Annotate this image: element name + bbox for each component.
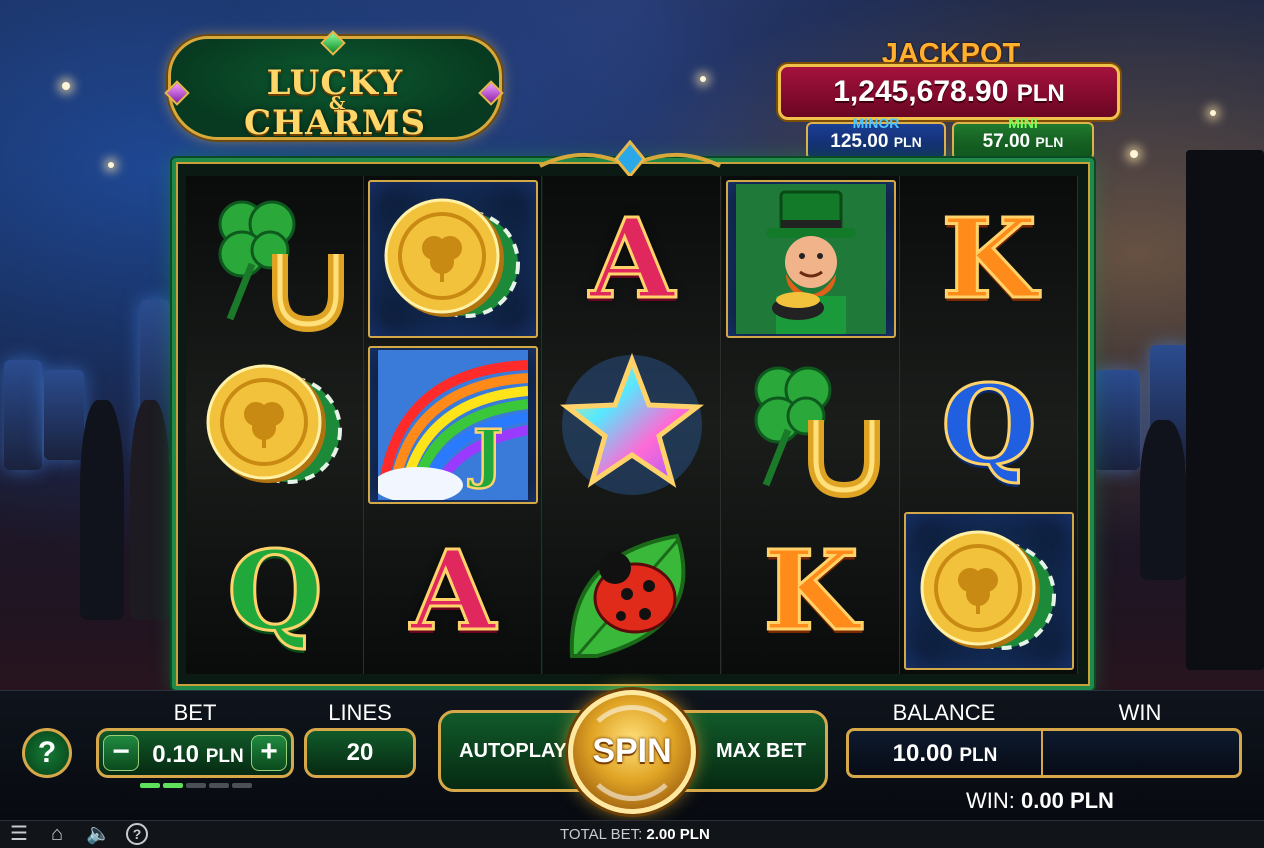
bet-level-dot (140, 783, 160, 788)
reel-symbol: J (368, 346, 538, 504)
slot-machine-background (44, 370, 84, 460)
svg-text:J: J (468, 416, 503, 491)
logo-ampersand: & (329, 93, 346, 114)
ceiling-light (1210, 110, 1216, 116)
balance-amount: 10.00 (892, 740, 953, 767)
total-bet: TOTAL BET: 2.00 PLN (560, 826, 710, 843)
leprechaun-icon (736, 184, 886, 334)
bet-level-dot (209, 783, 229, 788)
balance-win-display: 10.00 PLN (846, 728, 1242, 778)
reel-3: A (543, 176, 721, 674)
rainbow-icon: J (378, 350, 528, 500)
reel-4: K (722, 176, 900, 674)
reel-5: KQ (900, 176, 1078, 674)
clover-horseshoe-icon (754, 366, 880, 499)
clover-horseshoe-icon (218, 200, 344, 333)
reel-symbol: Q (186, 508, 364, 674)
bet-decrease-button[interactable]: − (103, 735, 139, 771)
spin-arrows-icon (582, 705, 682, 801)
letter-symbol-q: Q (940, 360, 1039, 489)
mini-label: MINI (1008, 115, 1038, 131)
menu-icon[interactable]: ☰ (8, 823, 30, 845)
reel-1: Q (186, 176, 364, 674)
balance-label: BALANCE (892, 700, 996, 725)
bet-amount: 0.10 (152, 741, 200, 768)
reel-symbol: A (543, 176, 721, 342)
lines-value[interactable]: 20 (304, 728, 416, 778)
help-icon[interactable]: ? (126, 823, 148, 845)
balance-currency: PLN (959, 745, 998, 766)
ceiling-light (1130, 150, 1138, 158)
gold-coin-icon (384, 198, 520, 318)
bet-level-dot (232, 783, 252, 788)
total-bet-label: TOTAL BET: (560, 826, 643, 843)
balance-value: 10.00 PLN (849, 731, 1043, 775)
gold-coin-icon (920, 530, 1056, 650)
minor-amount: 125.00 (830, 131, 889, 152)
person-silhouette (130, 400, 170, 620)
mini-amount: 57.00 (982, 131, 1031, 152)
pillar (1186, 150, 1264, 670)
mini-currency: PLN (1035, 134, 1064, 150)
lines-label: LINES (328, 700, 392, 725)
jackpot-amount-box: 1,245,678.90 PLN (778, 64, 1120, 120)
person-silhouette (1140, 420, 1186, 580)
win-summary-value: 0.00 PLN (1021, 788, 1114, 813)
reel-symbol (543, 342, 721, 508)
max-bet-label: MAX BET (716, 740, 806, 762)
reel-symbol (726, 180, 896, 338)
reel-symbol (186, 176, 364, 342)
reel-symbol (368, 180, 538, 338)
person-silhouette (80, 400, 124, 620)
letter-symbol-a: A (588, 194, 676, 323)
home-icon[interactable]: ⌂ (46, 823, 68, 845)
reel-symbol: Q (900, 342, 1078, 508)
bet-value: 0.10 PLN (143, 739, 253, 773)
reel-symbol (904, 512, 1074, 670)
bet-selector: − 0.10 PLN + (96, 728, 294, 778)
sound-icon[interactable]: 🔈 (86, 823, 111, 845)
letter-symbol-a: A (409, 526, 497, 655)
letter-symbol-q: Q (226, 526, 325, 655)
mini-jackpot-box: MINI 57.00 PLN (952, 116, 1094, 160)
jackpot-currency: PLN (1016, 80, 1065, 107)
frame-ornament (539, 140, 721, 178)
ceiling-light (62, 82, 70, 90)
minor-label: MINOR (852, 115, 900, 131)
bet-label: BET (173, 700, 217, 725)
reel-symbol (543, 508, 721, 674)
max-bet-button[interactable]: MAX BET (680, 710, 828, 792)
autoplay-button[interactable]: AUTOPLAY (438, 710, 588, 792)
ceiling-light (108, 162, 114, 168)
letter-symbol-k: K (762, 526, 861, 655)
gold-coin-icon (206, 364, 342, 484)
ceiling-light (700, 76, 706, 82)
reel-symbol: K (900, 176, 1078, 342)
reel-2: JA (364, 176, 542, 674)
jackpot-amount: 1,245,678.90 (833, 75, 1009, 108)
reel-symbol: A (364, 508, 542, 674)
letter-symbol-k: K (940, 194, 1039, 323)
win-label: WIN (1118, 700, 1162, 725)
win-summary: WIN: 0.00 PLN (966, 788, 1114, 814)
help-button[interactable]: ? (22, 728, 72, 778)
win-summary-label: WIN: (966, 788, 1015, 813)
total-bet-value: 2.00 PLN (646, 826, 710, 843)
bet-increase-button[interactable]: + (251, 735, 287, 771)
slot-machine-background (1094, 370, 1140, 470)
bet-level-dot (186, 783, 206, 788)
rainbow-star-icon (559, 352, 705, 495)
minor-currency: PLN (893, 134, 922, 150)
reel-symbol (722, 342, 900, 508)
slot-machine-background (4, 360, 42, 470)
bet-currency: PLN (205, 746, 244, 767)
bet-level-dot (163, 783, 183, 788)
reel-symbol (186, 342, 364, 508)
reel-symbol: K (722, 508, 900, 674)
ladybug-icon (569, 533, 686, 658)
minor-jackpot-box: MINOR 125.00 PLN (806, 116, 946, 160)
